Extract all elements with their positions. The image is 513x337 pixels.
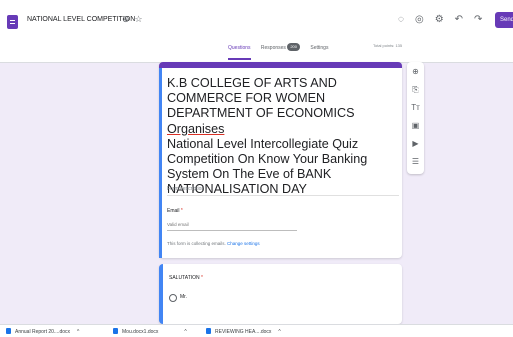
required-mark: *: [180, 208, 183, 214]
responses-count-badge: 200: [287, 43, 300, 51]
required-mark: *: [201, 275, 203, 281]
redo-icon[interactable]: ↷: [474, 14, 482, 25]
chevron-up-icon[interactable]: ^: [184, 329, 186, 335]
email-field[interactable]: [167, 222, 297, 231]
download-name: Annual Report 20....docx: [15, 329, 71, 335]
download-item[interactable]: REVIEWING HEA....docx ^: [206, 328, 281, 335]
add-image-icon[interactable]: ▣: [407, 121, 424, 130]
word-file-icon: [206, 328, 211, 334]
radio-option-label: Mr.: [180, 294, 187, 300]
download-bar: Annual Report 20....docx ^ Mou.docx1.docx…: [0, 324, 513, 337]
folder-move-icon[interactable]: ⊕: [122, 14, 130, 24]
heading-line-1: K.B COLLEGE OF ARTS AND COMMERCE FOR WOM…: [167, 76, 337, 106]
word-file-icon: [113, 328, 118, 334]
word-file-icon: [6, 328, 11, 334]
change-settings-link[interactable]: Change settings: [227, 241, 260, 246]
tab-settings-label: Settings: [310, 45, 329, 51]
heading-dept: DEPARTMENT OF ECONOMICS: [167, 106, 355, 121]
form-header-card[interactable]: K.B COLLEGE OF ARTS AND COMMERCE FOR WOM…: [159, 62, 402, 258]
form-title[interactable]: NATIONAL LEVEL COMPETITION: [27, 16, 135, 23]
radio-option-mr[interactable]: [169, 294, 177, 302]
download-name: Mou.docx1.docx: [122, 329, 159, 335]
email-label-text: Email: [167, 208, 180, 214]
header-actions: ◌ ◎ ⚙ ↶ ↷: [398, 14, 493, 25]
side-toolbar: ⊕ ⎘ Tт ▣ ▶ ☰: [407, 62, 424, 174]
heading-organises: Organises: [167, 121, 225, 136]
add-title-icon[interactable]: Tт: [407, 103, 424, 112]
chevron-up-icon[interactable]: ^: [77, 329, 79, 335]
add-section-icon[interactable]: ☰: [407, 157, 424, 166]
import-questions-icon[interactable]: ⎘: [407, 85, 424, 95]
chevron-up-icon[interactable]: ^: [278, 329, 280, 335]
palette-icon[interactable]: ◌: [398, 14, 404, 25]
top-bar: NATIONAL LEVEL COMPETITION ⊕ ☆ ◌ ◎ ⚙ ↶ ↷ Send…: [0, 0, 513, 63]
title-icons: ⊕ ☆: [122, 14, 148, 25]
email-notice: This form is collecting emails. Change s…: [167, 241, 260, 246]
question-title: SALUTATION *: [169, 275, 203, 281]
download-item[interactable]: Annual Report 20....docx ^: [6, 328, 79, 335]
question-title-text: SALUTATION: [169, 275, 200, 281]
tab-questions[interactable]: Questions: [228, 45, 251, 60]
undo-icon[interactable]: ↶: [455, 14, 463, 25]
settings-icon[interactable]: ⚙: [435, 14, 444, 25]
download-name: REVIEWING HEA....docx: [215, 329, 272, 335]
form-description-field[interactable]: Form description: [167, 186, 399, 196]
email-notice-text: This form is collecting emails.: [167, 241, 226, 246]
download-item[interactable]: Mou.docx1.docx ^: [113, 328, 187, 335]
send-button[interactable]: Send: [495, 12, 513, 28]
preview-icon[interactable]: ◎: [415, 14, 424, 25]
tab-bar: Questions Responses 200 Settings: [228, 43, 337, 60]
add-video-icon[interactable]: ▶: [407, 139, 424, 148]
star-icon[interactable]: ☆: [135, 14, 143, 24]
total-points: Total points: 135: [373, 43, 403, 48]
add-question-icon[interactable]: ⊕: [407, 67, 424, 76]
question-card-salutation[interactable]: SALUTATION * Mr.: [159, 264, 402, 324]
tab-responses-label: Responses: [260, 45, 286, 51]
tab-responses[interactable]: Responses 200: [261, 43, 300, 51]
tab-settings[interactable]: Settings: [310, 45, 328, 51]
email-label: Email *: [167, 208, 183, 214]
tab-questions-label: Questions: [228, 45, 251, 51]
form-heading[interactable]: K.B COLLEGE OF ARTS AND COMMERCE FOR WOM…: [167, 76, 399, 198]
forms-app-icon[interactable]: [7, 15, 18, 29]
